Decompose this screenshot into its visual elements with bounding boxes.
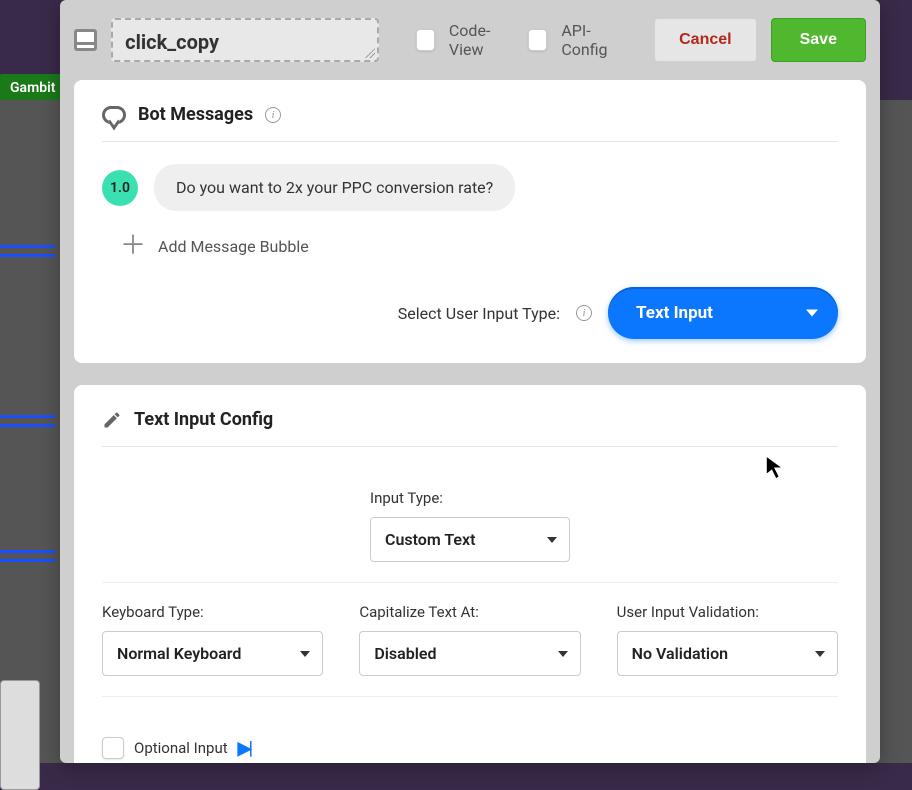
keyboard-type-select[interactable]: Normal Keyboard	[102, 631, 323, 676]
cancel-button[interactable]: Cancel	[654, 18, 756, 62]
bot-messages-title: Bot Messages	[138, 104, 253, 125]
api-config-label: API-Config	[561, 21, 626, 59]
add-message-label: Add Message Bubble	[158, 237, 309, 256]
capitalize-label: Capitalize Text At:	[359, 603, 580, 621]
step-badge: 1.0	[102, 170, 138, 206]
optional-input-checkbox[interactable]	[102, 737, 124, 759]
code-view-checkbox[interactable]	[416, 29, 435, 51]
info-icon[interactable]: i	[576, 305, 592, 321]
input-type-label: Input Type:	[370, 489, 443, 507]
pencil-icon	[102, 410, 122, 430]
add-message-row[interactable]: ＋ Add Message Bubble	[120, 233, 838, 259]
chevron-down-icon	[558, 651, 568, 657]
validation-value: No Validation	[632, 644, 728, 663]
card-icon	[74, 29, 97, 51]
capitalize-value: Disabled	[374, 644, 436, 663]
input-type-select[interactable]: Custom Text	[370, 517, 570, 562]
speech-bubble-icon	[102, 106, 126, 124]
text-input-config-card: Text Input Config Input Type: Custom Tex…	[74, 385, 866, 763]
message-bubble[interactable]: Do you want to 2x your PPC conversion ra…	[154, 164, 515, 211]
resize-handle-icon[interactable]	[365, 48, 375, 58]
skip-forward-icon: ▶|	[238, 738, 250, 759]
validation-label: User Input Validation:	[617, 603, 838, 621]
user-input-type-label: Select User Input Type:	[398, 304, 560, 323]
chevron-down-icon	[815, 651, 825, 657]
keyboard-type-label: Keyboard Type:	[102, 603, 323, 621]
gambit-name-input[interactable]: click_copy	[111, 18, 379, 62]
modal-header: click_copy Code-View API-Config Cancel S…	[74, 12, 866, 80]
code-view-label: Code-View	[449, 21, 514, 59]
api-config-checkbox[interactable]	[528, 29, 547, 51]
save-button[interactable]: Save	[771, 18, 866, 62]
gambit-editor-modal: click_copy Code-View API-Config Cancel S…	[60, 0, 880, 763]
chevron-down-icon	[547, 537, 557, 543]
message-row: 1.0 Do you want to 2x your PPC conversio…	[102, 164, 838, 211]
plus-icon: ＋	[120, 233, 146, 259]
user-input-type-select[interactable]: Text Input	[608, 287, 838, 339]
optional-input-label: Optional Input	[134, 739, 228, 757]
background-panel-peek	[0, 680, 40, 790]
validation-select[interactable]: No Validation	[617, 631, 838, 676]
chevron-down-icon	[300, 651, 310, 657]
input-type-value: Custom Text	[385, 530, 476, 549]
capitalize-select[interactable]: Disabled	[359, 631, 580, 676]
chevron-down-icon	[806, 310, 818, 317]
text-input-config-title: Text Input Config	[134, 409, 273, 430]
info-icon[interactable]: i	[265, 107, 281, 123]
keyboard-type-value: Normal Keyboard	[117, 644, 241, 663]
bot-messages-card: Bot Messages i 1.0 Do you want to 2x you…	[74, 80, 866, 363]
user-input-type-value: Text Input	[636, 303, 713, 323]
background-tag: Gambit	[0, 74, 65, 102]
